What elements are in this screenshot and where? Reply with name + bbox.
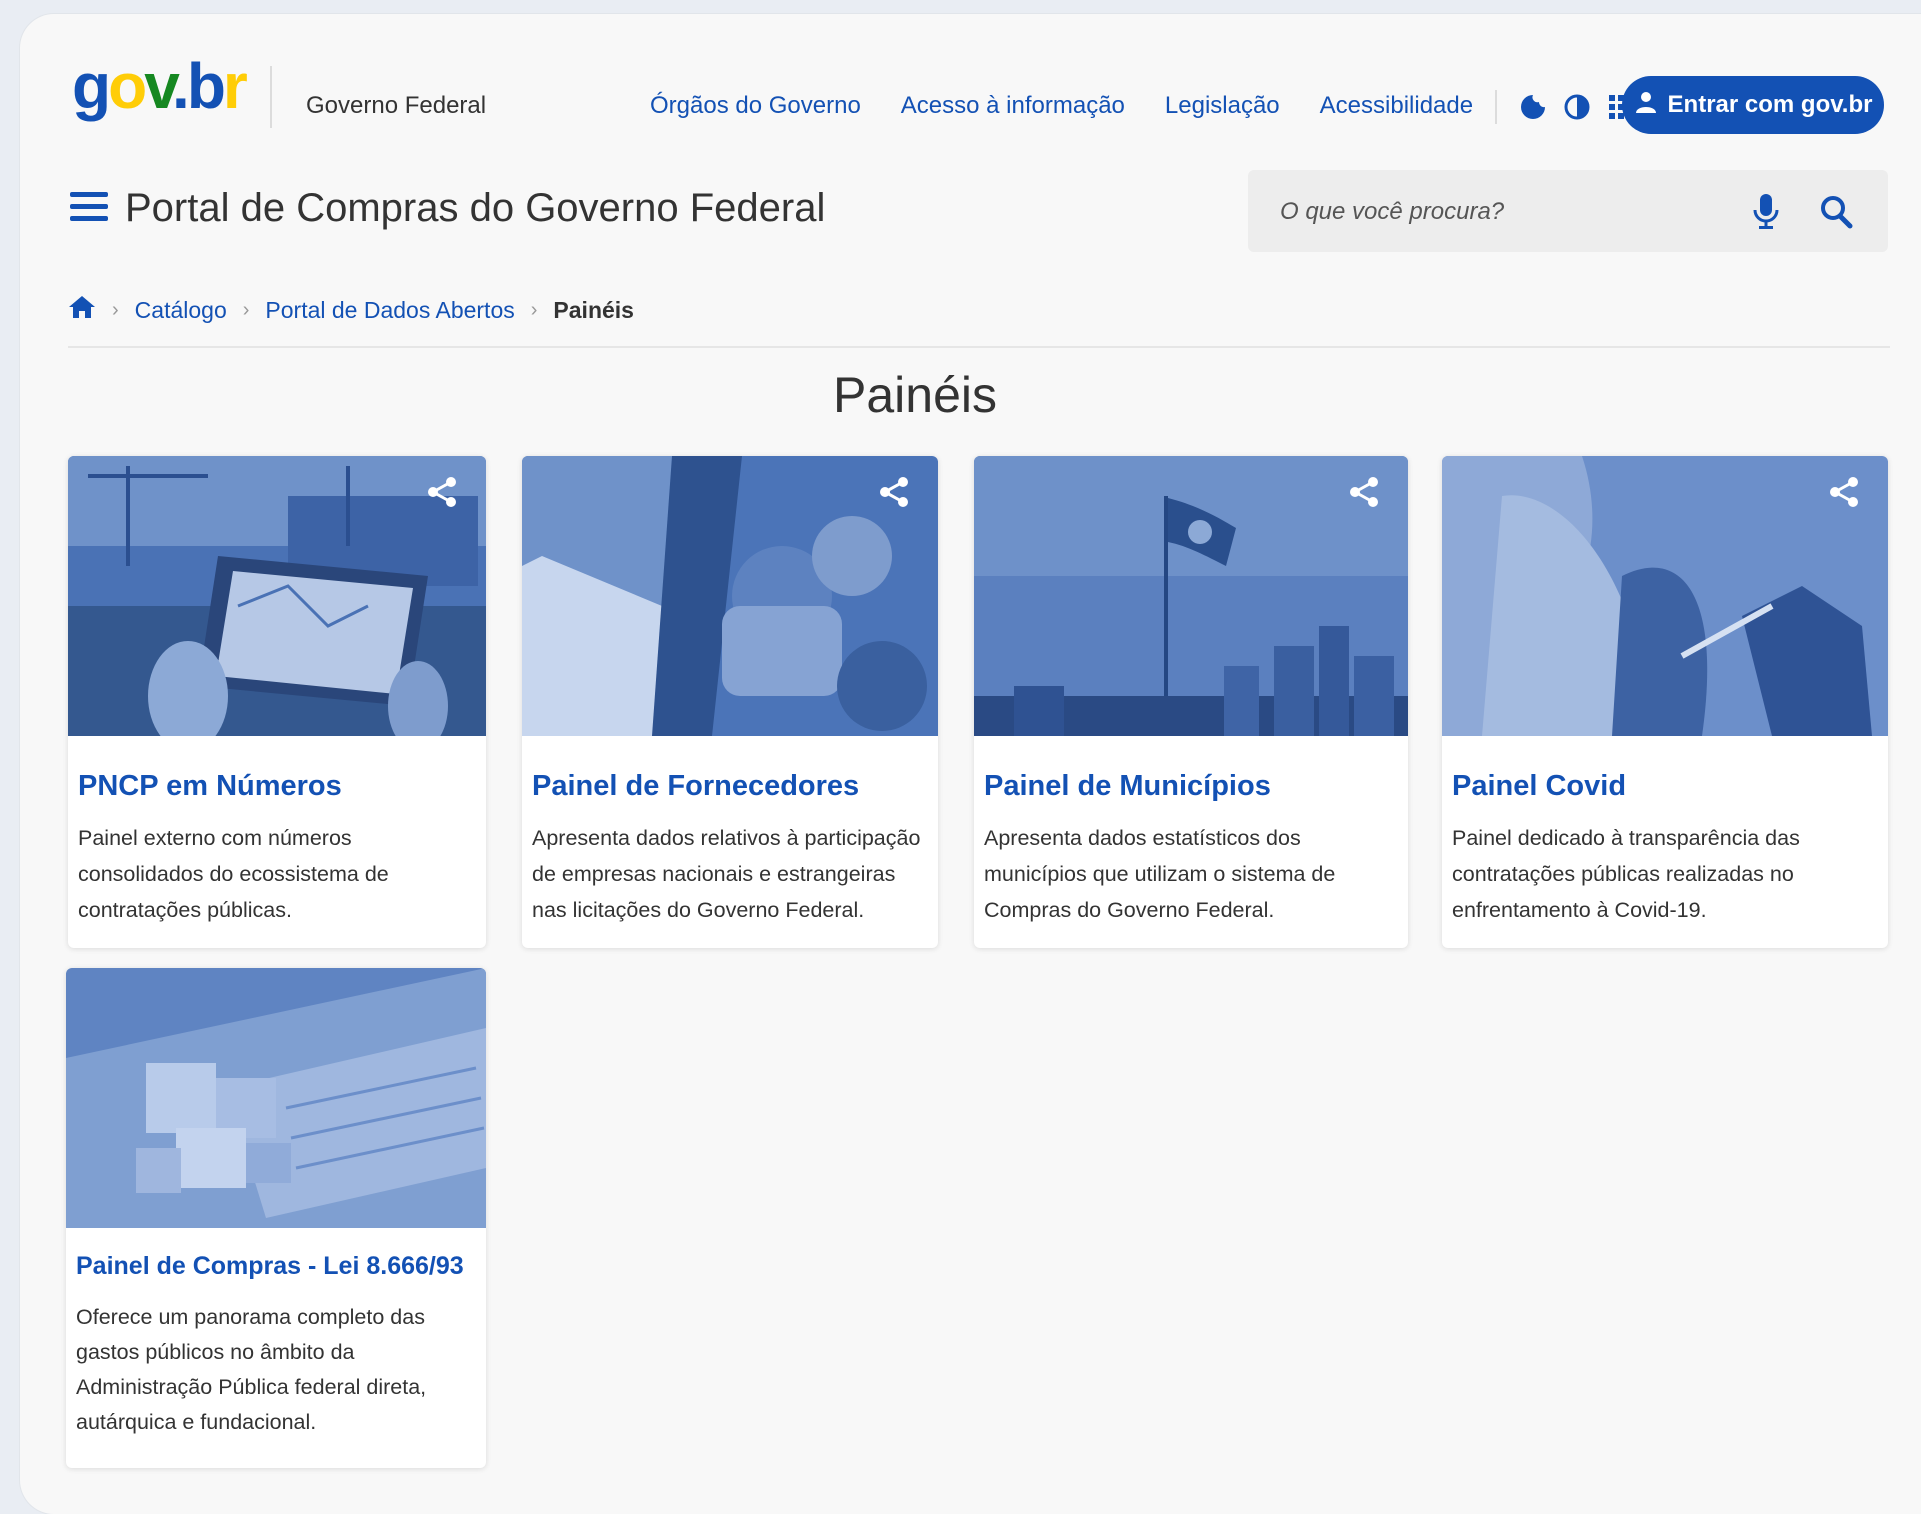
- share-icon[interactable]: [1826, 474, 1862, 510]
- login-govbr-button[interactable]: Entrar com gov.br: [1622, 76, 1884, 134]
- header-tools: [1495, 90, 1635, 124]
- chevron-right-icon: ›: [530, 298, 538, 321]
- card-painel-fornecedores[interactable]: Painel de Fornecedores Apresenta dados r…: [522, 456, 938, 948]
- share-icon[interactable]: [876, 474, 912, 510]
- chevron-right-icon: ›: [112, 298, 119, 321]
- card-title[interactable]: Painel Covid: [1452, 770, 1878, 803]
- page-title: Painéis: [833, 367, 997, 423]
- card-painel-covid[interactable]: Painel Covid Painel dedicado à transparê…: [1442, 456, 1888, 948]
- card-painel-compras-lei[interactable]: Painel de Compras - Lei 8.666/93 Oferece…: [66, 968, 486, 1468]
- login-label: Entrar com gov.br: [1667, 91, 1873, 118]
- card-description: Painel externo com números consolidados …: [78, 826, 389, 922]
- breadcrumb-item-catalogo[interactable]: Catálogo: [135, 297, 227, 324]
- share-icon[interactable]: [424, 474, 460, 510]
- logo-letter: g: [72, 50, 111, 122]
- card-image-flag: [974, 456, 1408, 736]
- breadcrumb: › Catálogo › Portal de Dados Abertos › P…: [68, 294, 634, 326]
- logo-letter: o: [108, 50, 147, 122]
- share-icon[interactable]: [1346, 474, 1382, 510]
- breadcrumb-item-dados-abertos[interactable]: Portal de Dados Abertos: [265, 297, 514, 324]
- tools-divider: [1495, 90, 1497, 124]
- header-divider: [270, 66, 272, 128]
- cookies-icon[interactable]: [1519, 93, 1547, 121]
- govbr-logo[interactable]: gov.br: [72, 54, 248, 118]
- logo-letter: b: [186, 50, 226, 122]
- card-title[interactable]: PNCP em Números: [78, 770, 476, 803]
- card-image-vaccine: [1442, 456, 1888, 736]
- card-description: Apresenta dados estatísticos dos municíp…: [984, 826, 1336, 922]
- card-title[interactable]: Painel de Municípios: [984, 770, 1398, 803]
- logo-letter: .: [172, 50, 190, 122]
- nav-link-acessibilidade[interactable]: Acessibilidade: [1320, 92, 1473, 120]
- search-bar: [1248, 170, 1888, 252]
- card-title[interactable]: Painel de Compras - Lei 8.666/93: [76, 1252, 476, 1281]
- nav-link-orgaos[interactable]: Órgãos do Governo: [650, 92, 861, 120]
- browser-page: gov.br Governo Federal Órgãos do Governo…: [20, 14, 1921, 1514]
- top-nav: Órgãos do Governo Acesso à informação Le…: [650, 92, 1473, 120]
- nav-link-acesso-informacao[interactable]: Acesso à informação: [901, 92, 1125, 120]
- card-description: Painel dedicado à transparência das cont…: [1452, 826, 1800, 922]
- microphone-icon[interactable]: [1748, 192, 1784, 230]
- card-painel-municipios[interactable]: Painel de Municípios Apresenta dados est…: [974, 456, 1408, 948]
- search-icon[interactable]: [1818, 192, 1854, 230]
- card-description: Apresenta dados relativos à participação…: [532, 826, 921, 922]
- card-image-boxes-keyboard: [66, 968, 486, 1228]
- search-input[interactable]: [1278, 190, 1722, 234]
- card-description: Oferece um panorama completo das gastos …: [76, 1305, 427, 1434]
- chevron-right-icon: ›: [242, 298, 250, 321]
- card-pncp-em-numeros[interactable]: PNCP em Números Painel externo com númer…: [68, 456, 486, 948]
- nav-link-legislacao[interactable]: Legislação: [1165, 92, 1280, 120]
- top-header: gov.br Governo Federal Órgãos do Governo…: [20, 14, 1921, 164]
- site-title[interactable]: Portal de Compras do Governo Federal: [125, 186, 825, 231]
- org-name: Governo Federal: [306, 92, 487, 119]
- card-title[interactable]: Painel de Fornecedores: [532, 770, 928, 803]
- logo-letter: v: [144, 50, 175, 122]
- home-icon[interactable]: [68, 294, 96, 326]
- breadcrumb-divider: [68, 346, 1890, 348]
- user-icon: [1634, 90, 1658, 121]
- contrast-icon[interactable]: [1563, 93, 1591, 121]
- breadcrumb-current: Painéis: [553, 296, 634, 323]
- logo-letter: r: [222, 50, 248, 122]
- hamburger-menu-icon[interactable]: [70, 192, 108, 222]
